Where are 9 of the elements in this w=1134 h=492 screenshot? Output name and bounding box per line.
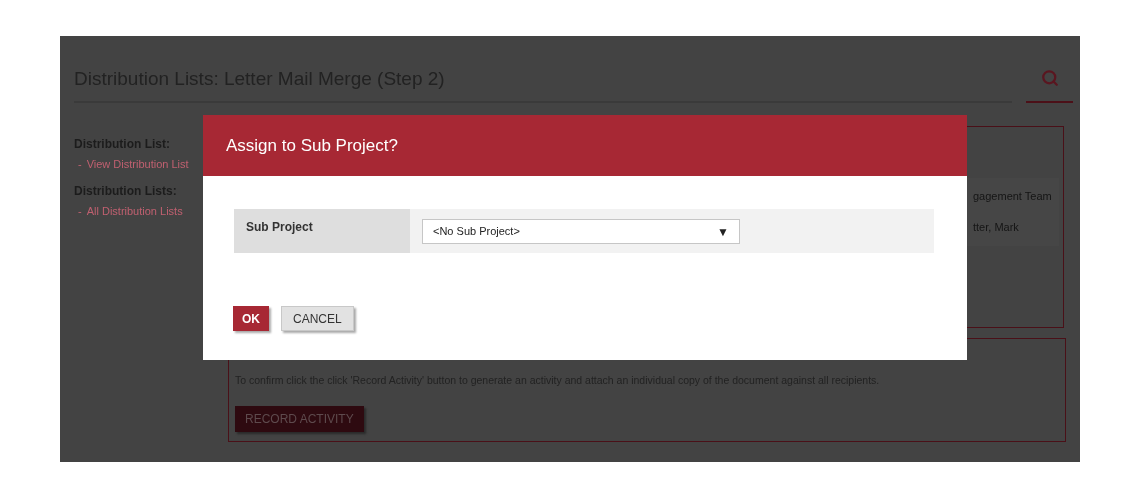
dialog-title: Assign to Sub Project?	[226, 134, 398, 157]
field-label: Sub Project	[234, 209, 410, 253]
sub-project-select[interactable]: <No Sub Project> ▼	[422, 219, 740, 244]
ok-button[interactable]: OK	[233, 306, 269, 331]
cancel-button[interactable]: CANCEL	[281, 306, 354, 331]
bullet-dash: -	[78, 157, 82, 172]
search-icon	[1040, 69, 1059, 87]
search-tab[interactable]	[1026, 67, 1073, 103]
bullet-dash: -	[78, 203, 82, 219]
